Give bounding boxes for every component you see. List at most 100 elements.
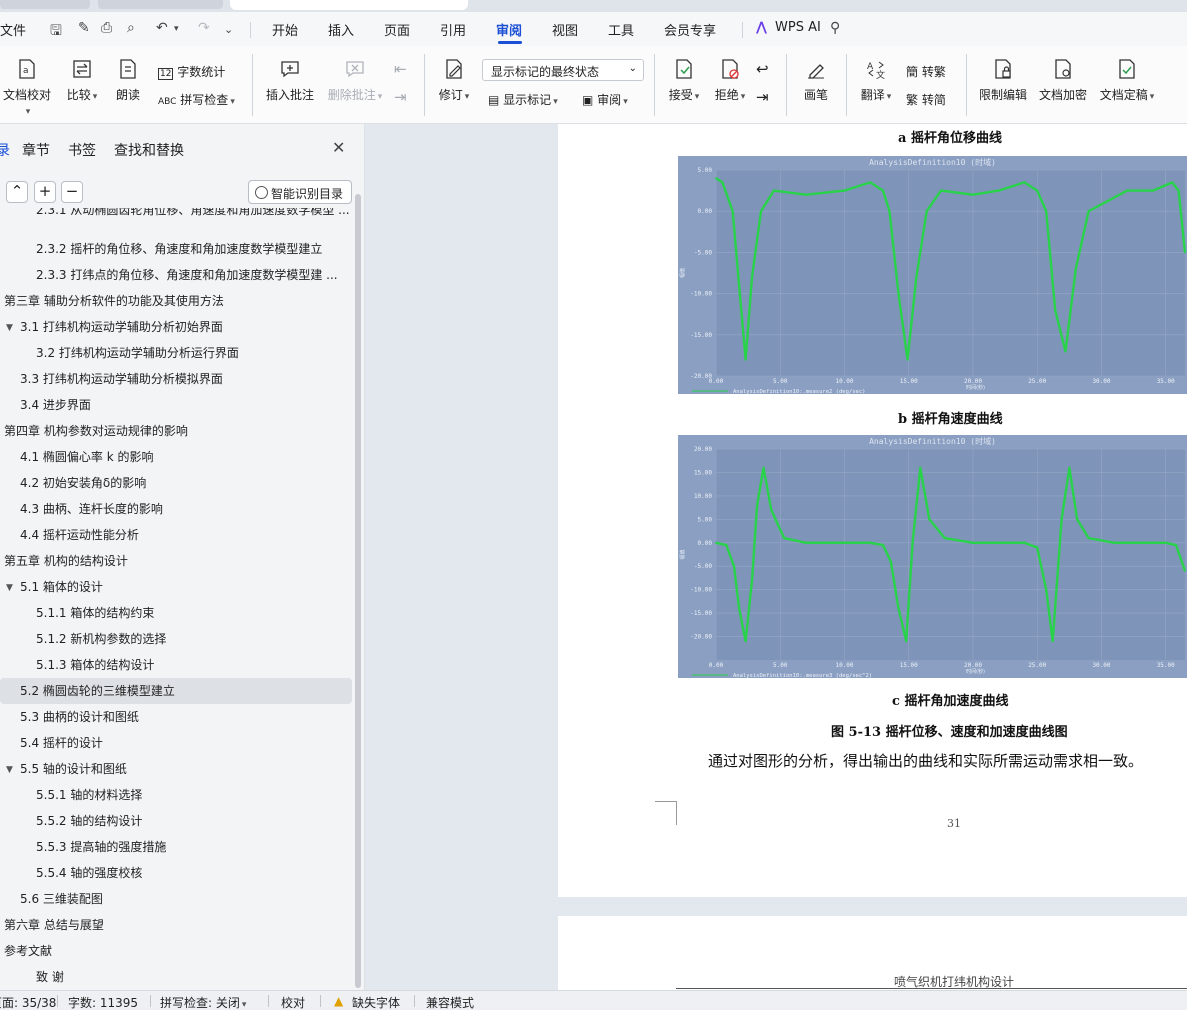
spell-check-button[interactable]: ABC 拼写检查 ▾ <box>158 91 235 108</box>
page-indicator[interactable]: 页面: 35/38 <box>0 994 56 1010</box>
toc-item[interactable]: 5.1.3 箱体的结构设计 <box>36 652 154 678</box>
undo-dropdown-icon[interactable]: ▾ <box>174 24 179 34</box>
more-chevron-icon[interactable]: ⌄ <box>224 23 233 36</box>
revise-button[interactable]: 修订 ▾ <box>434 58 474 103</box>
toc-item[interactable]: 2.3.3 打纬点的角位移、角速度和角加速度数学模型建 ... <box>36 262 338 288</box>
toc-item[interactable]: 5.5.3 提高轴的强度措施 <box>36 834 166 860</box>
toc-item[interactable]: 5.5 轴的设计和图纸 <box>20 756 127 782</box>
toc-item[interactable]: 5.5.4 轴的强度校核 <box>36 860 142 886</box>
toc-item[interactable]: 5.5.1 轴的材料选择 <box>36 782 142 808</box>
toc-item[interactable]: 5.6 三维装配图 <box>20 886 103 912</box>
word-count-indicator[interactable]: 字数: 11395 <box>68 994 138 1010</box>
translate-icon: A文 <box>867 61 885 80</box>
tab-references[interactable]: 引用 <box>440 20 466 39</box>
doc-check-button[interactable]: a 文档校对▾ <box>0 58 54 117</box>
toc-item[interactable]: 5.1.1 箱体的结构约束 <box>36 600 154 626</box>
toc-item[interactable]: 4.1 椭圆偏心率 k 的影响 <box>20 444 153 470</box>
smart-toc-button[interactable]: 智能识别目录 <box>248 180 352 204</box>
read-aloud-button[interactable]: 朗读 <box>112 58 144 103</box>
undo-icon[interactable]: ↶ <box>156 20 168 36</box>
close-icon[interactable]: ✕ <box>332 138 345 157</box>
menu-file[interactable]: 文件 <box>0 20 26 39</box>
remove-heading-button[interactable]: − <box>61 181 83 203</box>
toc-item[interactable]: 5.5.2 轴的结构设计 <box>36 808 142 834</box>
pen-button[interactable]: 画笔 <box>798 58 834 103</box>
add-heading-button[interactable]: + <box>34 181 56 203</box>
format-painter-icon[interactable]: ✎ <box>78 20 90 36</box>
data-point <box>783 537 786 539</box>
tab-chapters[interactable]: 章节 <box>22 140 50 160</box>
to-simplified-button[interactable]: 繁 转简 <box>906 91 946 108</box>
toc-item[interactable]: 致 谢 <box>36 964 64 990</box>
wps-ai-button[interactable]: WPS AI <box>775 20 821 35</box>
active-window-tab[interactable] <box>230 0 468 10</box>
toc-item[interactable]: 3.3 打纬机构运动学辅助分析模拟界面 <box>20 366 223 392</box>
translate-button[interactable]: A文 翻译 ▾ <box>856 58 896 103</box>
scrollbar[interactable] <box>355 194 361 988</box>
x-tick-label: 30.00 <box>1092 378 1110 385</box>
insert-comment-button[interactable]: 插入批注 <box>264 58 316 103</box>
tab-page[interactable]: 页面 <box>384 20 410 39</box>
toc-item[interactable]: 参考文献 <box>4 938 52 964</box>
delete-comment-button[interactable]: 删除批注 ▾ <box>324 58 386 103</box>
promote-level-button[interactable]: ⌃ <box>6 181 28 203</box>
expand-arrow-icon[interactable]: ▼ <box>6 765 13 775</box>
search-icon[interactable]: ⚲ <box>830 20 840 36</box>
missing-font-indicator[interactable]: 缺失字体 <box>352 994 400 1010</box>
toc-item[interactable]: 4.3 曲柄、连杆长度的影响 <box>20 496 163 522</box>
previous-comment-icon[interactable]: ⇤ <box>394 60 407 78</box>
toc-item[interactable]: 5.3 曲柄的设计和图纸 <box>20 704 139 730</box>
toc-item[interactable]: 3.2 打纬机构运动学辅助分析运行界面 <box>36 340 239 366</box>
toc-item[interactable]: 3.4 进步界面 <box>20 392 91 418</box>
toc-item[interactable]: 5.1 箱体的设计 <box>20 574 103 600</box>
encrypt-button[interactable]: 文档加密 <box>1036 58 1090 103</box>
compare-button[interactable]: 比较 ▾ <box>62 58 102 103</box>
redo-icon[interactable]: ↷ <box>198 20 210 36</box>
toc-item[interactable]: 4.4 摇杆运动性能分析 <box>20 522 139 548</box>
word-count-button[interactable]: 12 字数统计 <box>158 63 225 80</box>
review-pane-button[interactable]: ▣ 审阅 ▾ <box>582 91 628 108</box>
reject-button[interactable]: 拒绝 ▾ <box>710 58 750 103</box>
toc-item[interactable]: 5.1.2 新机构参数的选择 <box>36 626 166 652</box>
finalize-button[interactable]: 文档定稿 ▾ <box>1096 58 1158 103</box>
window-tab[interactable] <box>0 0 90 9</box>
show-markup-button[interactable]: ▤ 显示标记 ▾ <box>488 91 558 108</box>
tab-find-replace[interactable]: 查找和替换 <box>114 140 184 160</box>
tab-member[interactable]: 会员专享 <box>664 20 716 39</box>
window-tab[interactable] <box>98 0 223 9</box>
tab-toc[interactable]: 录 <box>0 140 10 160</box>
markup-mode-select[interactable]: 显示标记的最终状态 ⌄ <box>482 59 644 81</box>
restrict-edit-button[interactable]: 限制编辑 <box>976 58 1030 103</box>
print-icon[interactable]: ⎙ <box>101 20 112 36</box>
toc-item[interactable]: 2.3.2 摇杆的角位移、角速度和角加速度数学模型建立 <box>36 236 322 262</box>
accept-button[interactable]: 接受 ▾ <box>664 58 704 103</box>
tab-tools[interactable]: 工具 <box>608 20 634 39</box>
previous-revision-icon[interactable]: ↩ <box>756 60 769 78</box>
toc-item[interactable]: 第三章 辅助分析软件的功能及其使用方法 <box>4 288 224 314</box>
save-icon[interactable]: 🖫 <box>50 20 62 44</box>
toc-item[interactable]: 5.4 摇杆的设计 <box>20 730 103 756</box>
data-point <box>756 504 759 507</box>
compat-mode-indicator[interactable]: 兼容模式 <box>426 994 474 1010</box>
expand-arrow-icon[interactable]: ▼ <box>6 323 13 333</box>
toc-item[interactable]: 4.2 初始安装角δ的影响 <box>20 470 146 496</box>
toc-item[interactable]: 第六章 总结与展望 <box>4 912 104 938</box>
next-comment-icon[interactable]: ⇥ <box>394 88 407 106</box>
tab-view[interactable]: 视图 <box>552 20 578 39</box>
proof-indicator[interactable]: 校对 <box>281 994 305 1010</box>
tab-insert[interactable]: 插入 <box>328 20 354 39</box>
tab-home[interactable]: 开始 <box>272 20 298 39</box>
toc-item[interactable]: 5.2 椭圆齿轮的三维模型建立 <box>20 678 175 704</box>
tab-bookmarks[interactable]: 书签 <box>68 140 96 160</box>
data-point <box>772 189 775 192</box>
toc-item[interactable]: 3.1 打纬机构运动学辅助分析初始界面 <box>20 314 223 340</box>
expand-arrow-icon[interactable]: ▼ <box>6 583 13 593</box>
spell-check-indicator[interactable]: 拼写检查: 关闭 ▾ <box>160 994 246 1010</box>
tab-review[interactable]: 审阅 <box>496 20 522 39</box>
print-preview-icon[interactable]: ⌕ <box>127 20 135 36</box>
to-traditional-button[interactable]: 簡 转繁 <box>906 63 946 80</box>
next-revision-icon[interactable]: ⇥ <box>756 88 769 106</box>
toc-item[interactable]: 第四章 机构参数对运动规律的影响 <box>4 418 188 444</box>
wps-ai-logo-icon[interactable]: ⋀ <box>756 20 767 35</box>
toc-item[interactable]: 第五章 机构的结构设计 <box>4 548 128 574</box>
